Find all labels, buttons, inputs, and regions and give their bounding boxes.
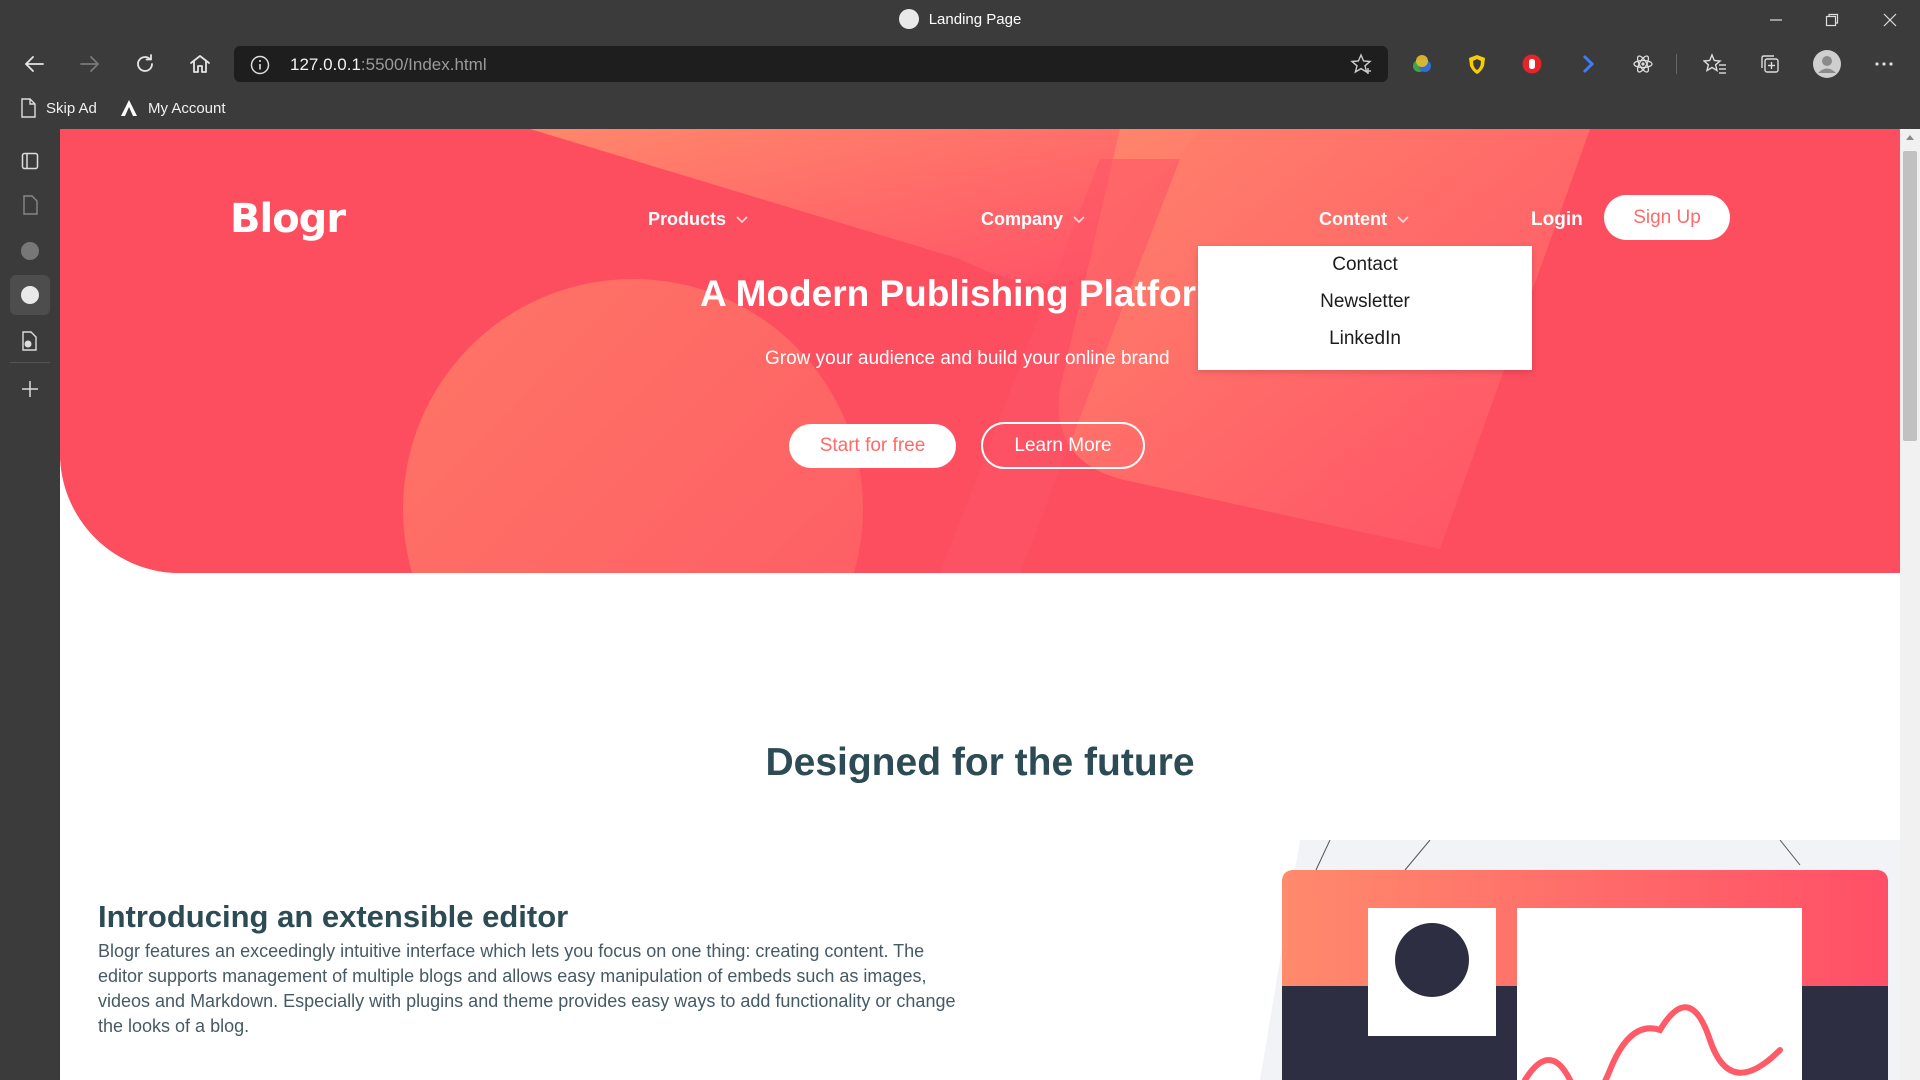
minimize-button[interactable] [1748, 0, 1804, 40]
start-for-free-button[interactable]: Start for free [789, 424, 956, 468]
chevron-down-icon [1397, 215, 1409, 223]
login-link[interactable]: Login [1531, 209, 1583, 231]
learn-more-button[interactable]: Learn More [981, 422, 1145, 469]
arrow-extension-icon[interactable] [1574, 50, 1602, 78]
new-tab-plus-icon[interactable] [10, 369, 50, 409]
browser-toolbar: 127.0.0.1:5500/Index.html [0, 40, 1920, 87]
scrollbar-thumb[interactable] [1903, 151, 1917, 441]
content-dropdown-menu: Contact Newsletter LinkedIn [1198, 246, 1532, 370]
chevron-down-icon [1073, 215, 1085, 223]
home-button[interactable] [182, 46, 218, 82]
add-favorite-icon[interactable] [1350, 53, 1374, 80]
nav-content-label: Content [1319, 209, 1387, 229]
dropdown-item-newsletter[interactable]: Newsletter [1198, 291, 1532, 313]
adblock-extension-icon[interactable] [1518, 50, 1546, 78]
tab-inactive-site-icon[interactable] [10, 231, 50, 271]
shield-extension-icon[interactable] [1463, 50, 1491, 78]
react-devtools-icon[interactable] [1629, 50, 1657, 78]
title-bar: Landing Page [0, 0, 1920, 40]
hero-title: A Modern Publishing Platform [700, 273, 1229, 314]
url-text[interactable]: 127.0.0.1:5500/Index.html [290, 55, 487, 75]
refresh-button[interactable] [127, 46, 163, 82]
vertical-tabs-sidebar [0, 129, 60, 1080]
favorite-my-account[interactable]: My Account [120, 96, 226, 120]
forward-button[interactable] [72, 46, 108, 82]
nav-company[interactable]: Company [981, 209, 1085, 230]
color-picker-extension-icon[interactable] [1408, 50, 1436, 78]
toolbar-separator [1676, 54, 1677, 74]
tab-page-icon[interactable] [10, 185, 50, 225]
restore-button[interactable] [1804, 0, 1860, 40]
page-icon [21, 98, 36, 118]
nav-products[interactable]: Products [648, 209, 748, 230]
favorites-icon[interactable] [1701, 50, 1729, 78]
editor-illustration [1260, 840, 1900, 1080]
section-title: Designed for the future [765, 741, 1195, 784]
tab-document-icon[interactable] [10, 321, 50, 361]
nav-products-label: Products [648, 209, 727, 229]
url-host: 127.0.0.1 [290, 55, 361, 74]
close-window-button[interactable] [1862, 0, 1918, 40]
collections-icon[interactable] [1756, 50, 1784, 78]
nav-company-label: Company [981, 209, 1064, 229]
sidebar-separator [10, 362, 50, 363]
more-menu-icon[interactable] [1870, 50, 1898, 78]
window-title: Landing Page [0, 9, 1920, 30]
profile-avatar-icon[interactable] [1812, 49, 1842, 79]
page-scrollbar[interactable] [1900, 129, 1920, 1080]
tab-title: Landing Page [928, 10, 1022, 28]
favorites-bar: Skip Ad My Account [0, 87, 1920, 129]
nav-content[interactable]: Content [1319, 209, 1409, 230]
hero-subtitle: Grow your audience and build your online… [765, 348, 1170, 369]
feature-description: Blogr features an exceedingly intuitive … [98, 941, 956, 1036]
address-bar[interactable]: 127.0.0.1:5500/Index.html [234, 46, 1388, 82]
tab-active-site-icon[interactable] [10, 275, 50, 315]
site-info-icon[interactable] [250, 55, 270, 80]
favorite-label: Skip Ad [46, 99, 97, 117]
favorite-label: My Account [148, 99, 226, 117]
chevron-down-icon [736, 215, 748, 223]
scroll-up-icon[interactable] [1900, 129, 1920, 145]
url-path: :5500/Index.html [360, 55, 487, 74]
dropdown-item-linkedin[interactable]: LinkedIn [1198, 328, 1532, 350]
signup-button[interactable]: Sign Up [1604, 195, 1730, 240]
back-button[interactable] [16, 46, 52, 82]
tab-favicon-icon [898, 9, 919, 29]
hero-section: Blogr Products Company Content Login Sig… [60, 129, 1900, 573]
favorite-skip-ad[interactable]: Skip Ad [20, 96, 97, 120]
site-logo[interactable]: Blogr [230, 196, 346, 242]
account-logo-icon [121, 100, 137, 116]
tab-actions-icon[interactable] [10, 141, 50, 181]
page-viewport: Blogr Products Company Content Login Sig… [60, 129, 1900, 1080]
feature-title: Introducing an extensible editor [98, 899, 569, 934]
dropdown-item-contact[interactable]: Contact [1198, 254, 1532, 276]
